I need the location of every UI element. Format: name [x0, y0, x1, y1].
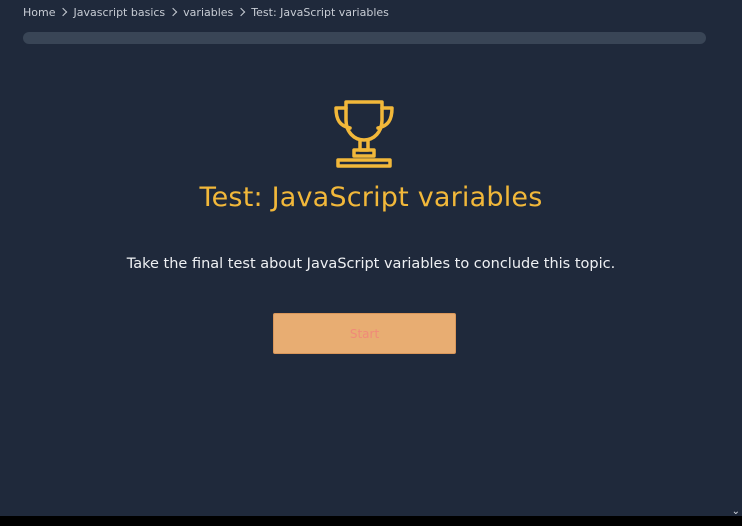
breadcrumb-javascript-basics[interactable]: Javascript basics — [73, 6, 165, 19]
chevron-right-icon — [168, 7, 178, 17]
chevron-right-icon — [237, 7, 246, 17]
breadcrumb-home[interactable]: Home — [23, 6, 55, 19]
breadcrumb-variables[interactable]: variables — [183, 6, 233, 19]
page-title: Test: JavaScript variables — [199, 182, 543, 213]
breadcrumb: Home Javascript basics variables Test: J… — [23, 4, 389, 20]
progress-bar — [23, 32, 706, 44]
start-button[interactable]: Start — [273, 313, 456, 354]
bottom-bar — [0, 516, 742, 526]
trophy-icon — [334, 100, 394, 168]
chevron-right-icon — [59, 7, 68, 17]
page-description: Take the final test about JavaScript var… — [126, 256, 616, 272]
breadcrumb-current: Test: JavaScript variables — [251, 5, 389, 19]
